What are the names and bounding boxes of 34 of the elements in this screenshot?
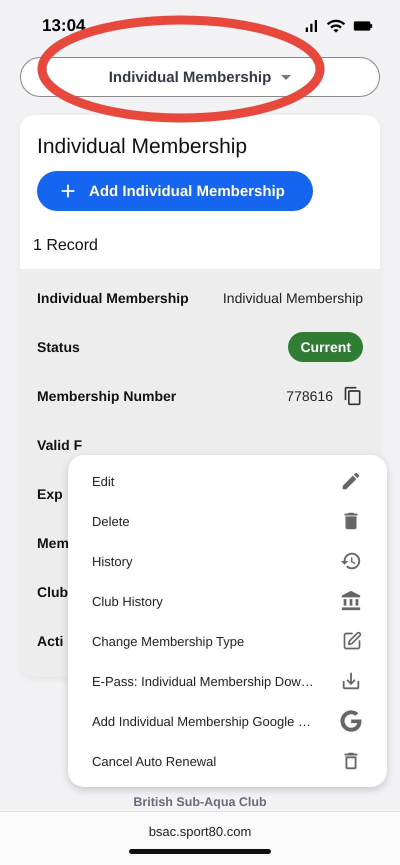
menu-item[interactable]: E-Pass: Individual Membership Dow… — [68, 661, 387, 701]
row-label: Mem — [37, 534, 69, 550]
pencil-icon — [340, 470, 362, 492]
caret-icon — [281, 74, 292, 80]
status-badge: Current — [288, 332, 363, 362]
url-text[interactable]: bsac.sport80.com — [148, 824, 252, 839]
row-label: Valid F — [37, 436, 82, 452]
row-label: Acti — [37, 632, 64, 648]
menu-item[interactable]: Edit — [68, 461, 387, 501]
card-title: Individual Membership — [37, 135, 248, 159]
menu-item[interactable]: Club History — [68, 581, 387, 621]
menu-item[interactable]: History — [68, 541, 387, 581]
google-icon — [340, 710, 362, 732]
menu-item[interactable]: Cancel Auto Renewal — [68, 741, 387, 781]
row-label: Individual Membership — [37, 290, 189, 306]
bank-icon — [340, 590, 362, 612]
row-label: Membership Number — [37, 388, 176, 404]
menu-item[interactable]: Add Individual Membership Google … — [68, 701, 387, 741]
footer-text: British Sub-Aqua Club — [133, 795, 267, 809]
row-label: Exp — [37, 486, 63, 502]
row-label: Club — [37, 584, 68, 600]
menu-item[interactable]: Delete — [68, 501, 387, 541]
copy-icon[interactable] — [343, 386, 363, 406]
row-value: Individual Membership — [222, 290, 363, 306]
download-icon — [340, 670, 362, 692]
menu-item[interactable]: Change Membership Type — [68, 621, 387, 661]
record-count: 1 Record — [33, 237, 98, 255]
membership-dropdown[interactable]: Individual Membership — [20, 57, 380, 97]
history-icon — [340, 550, 362, 572]
row-value: 778616 — [286, 388, 333, 404]
row-label: Status — [37, 338, 80, 354]
edit-square-icon — [342, 631, 362, 651]
add-membership-button[interactable]: Add Individual Membership — [37, 171, 313, 211]
status-time: 13:04 — [42, 16, 86, 36]
